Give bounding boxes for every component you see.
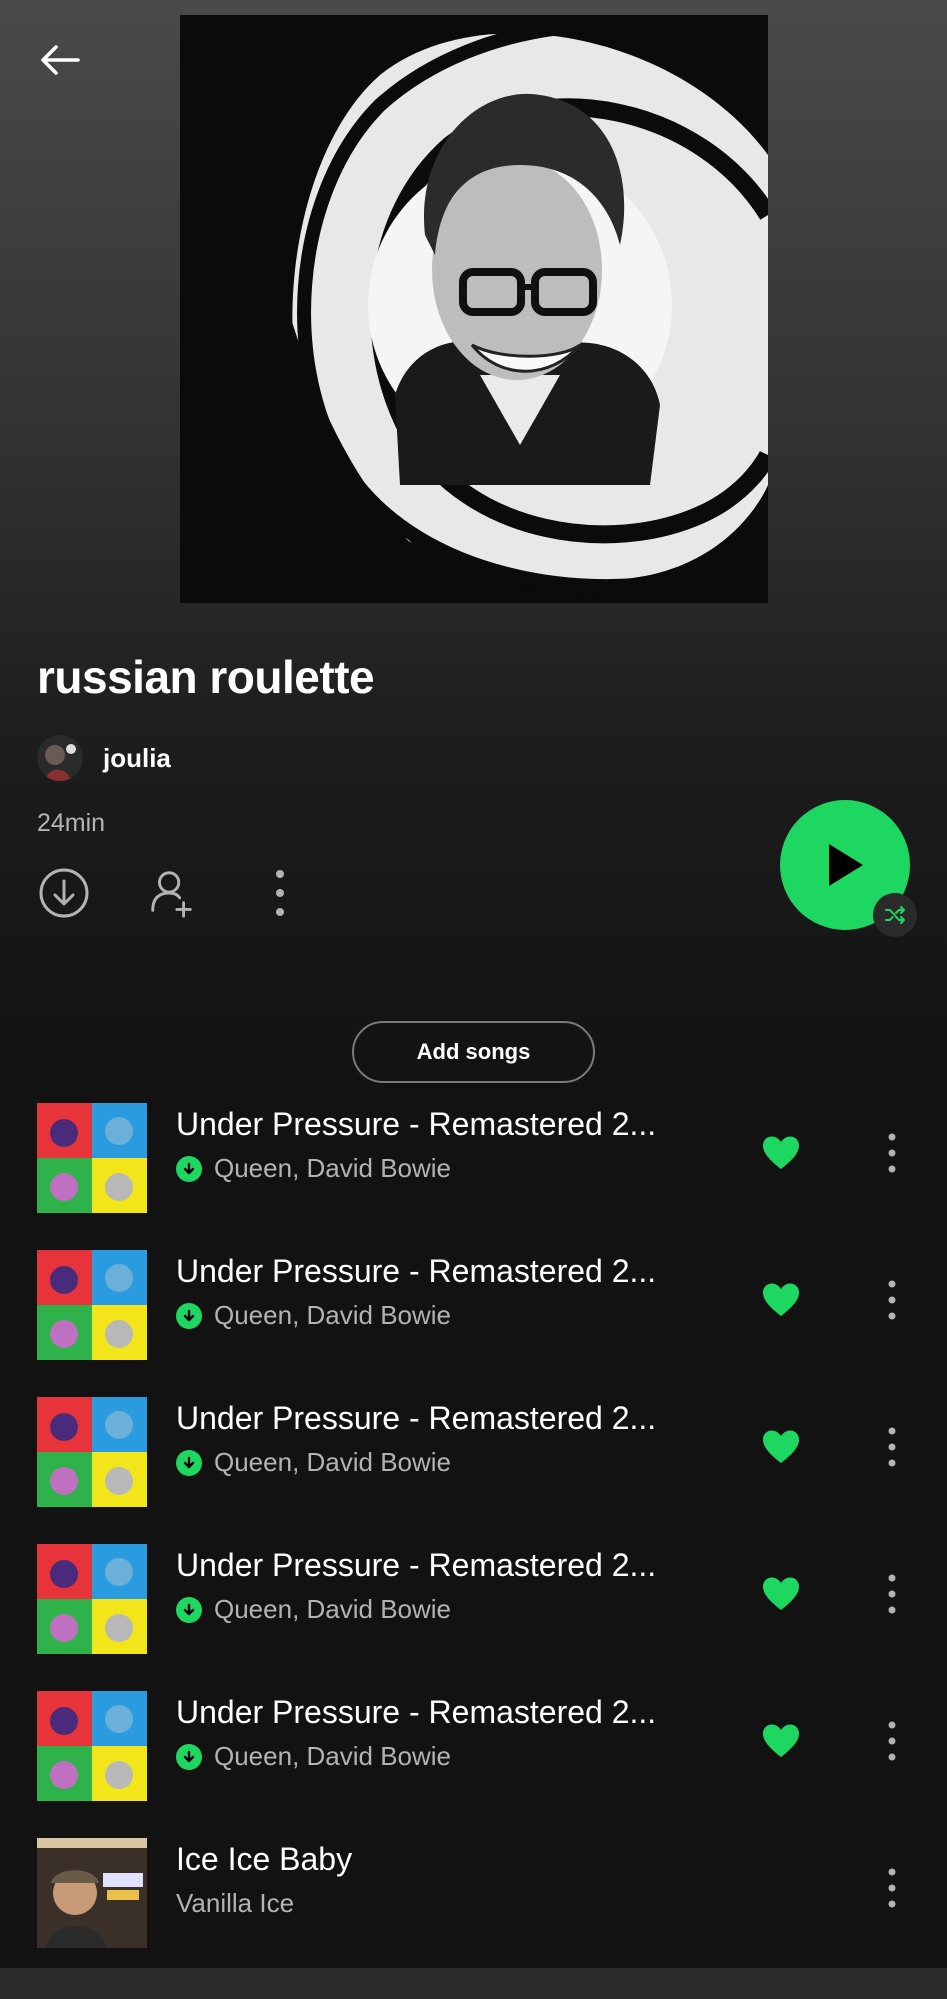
playlist-title: russian roulette [37, 651, 375, 703]
track-title: Ice Ice Baby [176, 1841, 353, 1877]
album-art [37, 1691, 147, 1801]
playlist-cover [180, 15, 768, 603]
bottom-bar [0, 1968, 947, 1999]
track-artist: Queen, David Bowie [214, 1741, 452, 1771]
avatar [37, 735, 83, 781]
track-more-button[interactable] [875, 1128, 909, 1178]
like-button[interactable] [762, 1724, 800, 1758]
track-subtitle: Queen, David Bowie [176, 1594, 736, 1625]
like-button[interactable] [762, 1136, 800, 1170]
track-row[interactable]: Ice Ice Baby Vanilla Ice [0, 1833, 947, 1953]
like-button[interactable] [762, 1283, 800, 1317]
arrow-left-icon [41, 45, 80, 75]
track-artist: Vanilla Ice [176, 1888, 295, 1918]
more-options-button[interactable] [253, 866, 307, 920]
album-art [37, 1250, 147, 1360]
track-info: Under Pressure - Remastered 2... Queen, D… [176, 1400, 736, 1478]
more-vertical-icon [888, 1868, 896, 1908]
more-vertical-icon [888, 1721, 896, 1761]
download-circle-icon [39, 868, 89, 918]
track-info: Under Pressure - Remastered 2... Queen, D… [176, 1253, 736, 1331]
track-row[interactable]: Under Pressure - Remastered 2... Queen, D… [0, 1539, 947, 1659]
track-info: Under Pressure - Remastered 2... Queen, D… [176, 1694, 736, 1772]
add-user-icon [151, 871, 192, 918]
track-subtitle: Queen, David Bowie [176, 1447, 736, 1478]
more-vertical-icon [888, 1133, 896, 1173]
track-artist: Queen, David Bowie [214, 1300, 452, 1330]
heart-icon [763, 1136, 799, 1169]
track-more-button[interactable] [875, 1716, 909, 1766]
heart-icon [763, 1724, 799, 1757]
album-art [37, 1103, 147, 1213]
track-more-button[interactable] [875, 1863, 909, 1913]
track-row[interactable]: Under Pressure - Remastered 2... Queen, D… [0, 1686, 947, 1806]
heart-icon [763, 1283, 799, 1316]
track-title: Under Pressure - Remastered 2... [176, 1400, 657, 1436]
like-button[interactable] [762, 1430, 800, 1464]
track-subtitle: Vanilla Ice [176, 1888, 736, 1919]
album-art [37, 1544, 147, 1654]
track-row[interactable]: Under Pressure - Remastered 2... Queen, D… [0, 1245, 947, 1365]
back-button[interactable] [36, 38, 84, 82]
shuffle-icon [885, 906, 905, 924]
add-collaborator-button[interactable] [145, 866, 199, 920]
track-subtitle: Queen, David Bowie [176, 1153, 736, 1184]
heart-icon [763, 1430, 799, 1463]
downloaded-icon [176, 1449, 202, 1476]
track-artist: Queen, David Bowie [214, 1447, 452, 1477]
track-title: Under Pressure - Remastered 2... [176, 1253, 657, 1289]
track-info: Ice Ice Baby Vanilla Ice [176, 1841, 736, 1919]
track-subtitle: Queen, David Bowie [176, 1300, 736, 1331]
more-vertical-icon [276, 870, 284, 916]
track-title: Under Pressure - Remastered 2... [176, 1106, 657, 1142]
track-row[interactable]: Under Pressure - Remastered 2... Queen, D… [0, 1098, 947, 1218]
track-more-button[interactable] [875, 1422, 909, 1472]
track-subtitle: Queen, David Bowie [176, 1741, 736, 1772]
track-artist: Queen, David Bowie [214, 1153, 452, 1183]
downloaded-icon [176, 1596, 202, 1623]
more-vertical-icon [888, 1280, 896, 1320]
track-more-button[interactable] [875, 1569, 909, 1619]
playlist-owner[interactable]: joulia [37, 735, 171, 781]
downloaded-icon [176, 1302, 202, 1329]
downloaded-icon [176, 1155, 202, 1182]
shuffle-button[interactable] [873, 893, 917, 937]
add-songs-button[interactable]: Add songs [352, 1021, 595, 1083]
playlist-duration: 24min [37, 809, 106, 837]
track-title: Under Pressure - Remastered 2... [176, 1547, 657, 1583]
download-button[interactable] [37, 866, 91, 920]
track-info: Under Pressure - Remastered 2... Queen, D… [176, 1547, 736, 1625]
track-info: Under Pressure - Remastered 2... Queen, D… [176, 1106, 736, 1184]
play-icon [829, 844, 863, 886]
track-title: Under Pressure - Remastered 2... [176, 1694, 657, 1730]
album-art [37, 1838, 147, 1948]
track-row[interactable]: Under Pressure - Remastered 2... Queen, D… [0, 1392, 947, 1512]
like-button[interactable] [762, 1577, 800, 1611]
owner-name: joulia [103, 742, 171, 773]
more-vertical-icon [888, 1427, 896, 1467]
action-row [37, 866, 307, 920]
track-artist: Queen, David Bowie [214, 1594, 452, 1624]
album-art [37, 1397, 147, 1507]
heart-icon [763, 1577, 799, 1610]
track-more-button[interactable] [875, 1275, 909, 1325]
more-vertical-icon [888, 1574, 896, 1614]
downloaded-icon [176, 1743, 202, 1770]
